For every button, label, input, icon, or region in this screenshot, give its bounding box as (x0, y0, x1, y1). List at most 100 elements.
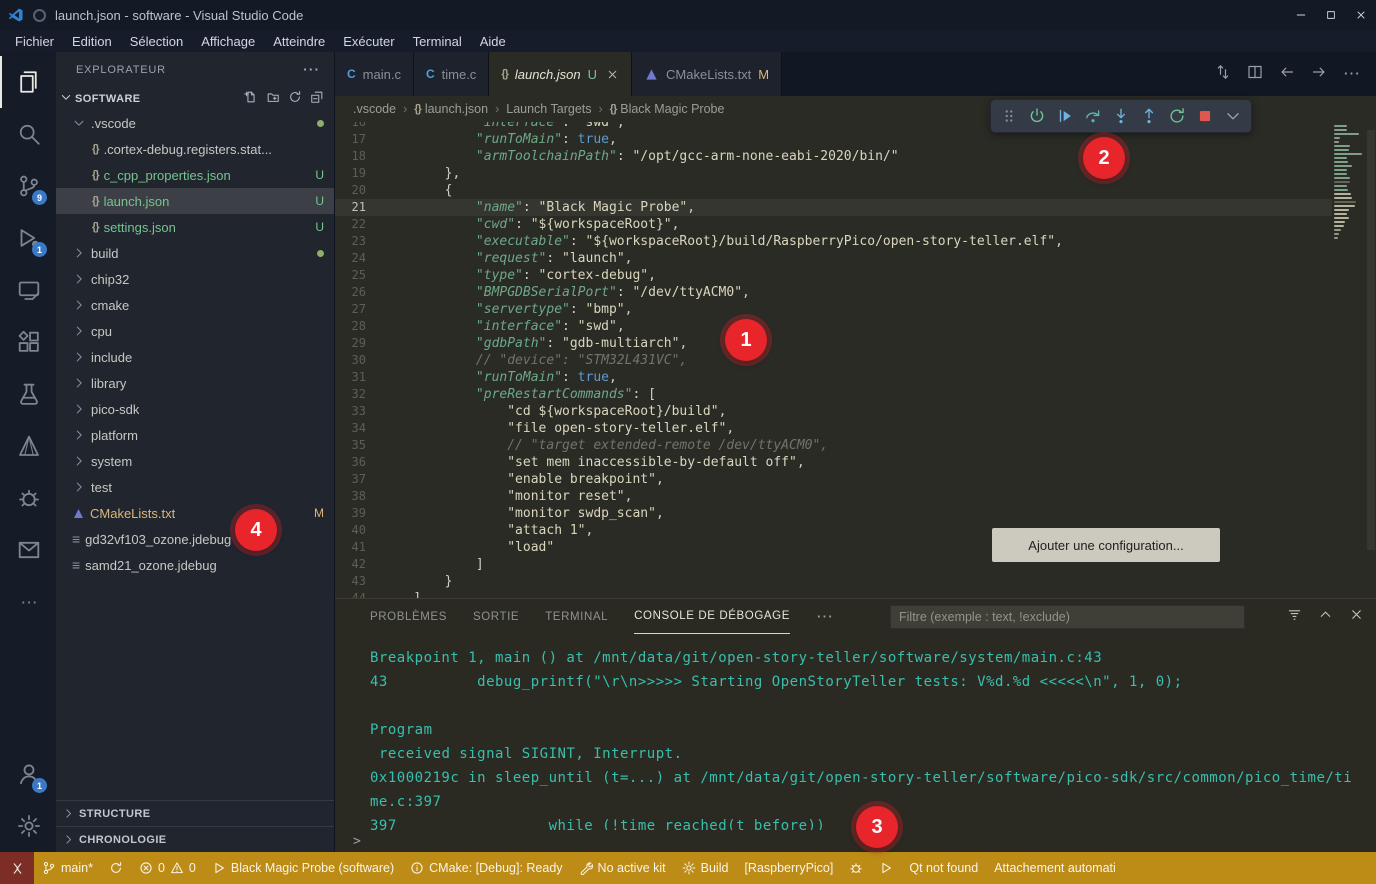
more-icon[interactable]: ⋯ (302, 61, 320, 78)
tree-item-system[interactable]: system (56, 448, 334, 474)
menu-affichage[interactable]: Affichage (192, 34, 264, 49)
tree-item-vscode[interactable]: .vscode (56, 110, 334, 136)
tree-item-launch-json[interactable]: {}launch.jsonU (56, 188, 334, 214)
menu-edition[interactable]: Edition (63, 34, 121, 49)
status-qt-status[interactable]: Qt not found (901, 852, 986, 884)
add-configuration-button[interactable]: Ajouter une configuration... (992, 528, 1220, 562)
refresh-button[interactable] (288, 90, 302, 107)
tree-item-settings-json[interactable]: {}settings.jsonU (56, 214, 334, 240)
more-actions-button[interactable]: ⋯ (1343, 65, 1360, 84)
section-chronologie[interactable]: CHRONOLOGIE (56, 826, 334, 852)
status-sync[interactable] (101, 852, 131, 884)
status-cmake-build[interactable]: Build (674, 852, 737, 884)
status-build-target[interactable]: [RaspberryPico] (736, 852, 841, 884)
tab-launch-json[interactable]: {}launch.jsonU (489, 52, 632, 96)
menu-atteindre[interactable]: Atteindre (264, 34, 334, 49)
tab-main-c[interactable]: Cmain.c (335, 52, 414, 96)
panel-tab-sortie[interactable]: SORTIE (473, 599, 519, 634)
activity-accounts[interactable]: 1 (0, 748, 56, 800)
tree-item-chip32[interactable]: chip32 (56, 266, 334, 292)
minimap[interactable] (1334, 125, 1364, 239)
maximize-panel-button[interactable] (1318, 607, 1333, 627)
console-filter-input[interactable] (890, 605, 1245, 629)
tree-item-gd32vf103-ozone-jdebug[interactable]: ≡gd32vf103_ozone.jdebug (56, 526, 334, 552)
split-editor-button[interactable] (1247, 64, 1263, 85)
activity-search[interactable] (0, 108, 56, 160)
tree-item-test[interactable]: test (56, 474, 334, 500)
status-auto-attach[interactable]: Attachement automati (986, 852, 1124, 884)
menu-aide[interactable]: Aide (471, 34, 515, 49)
close-panel-button[interactable] (1349, 607, 1364, 627)
explorer-section-header[interactable]: SOFTWARE (56, 87, 334, 110)
tree-item-cmakelists-txt[interactable]: CMakeLists.txtM (56, 500, 334, 526)
navigate-forward-button[interactable] (1311, 64, 1327, 85)
editor-scrollbar[interactable] (1366, 122, 1376, 598)
open-changes-button[interactable] (1215, 64, 1231, 85)
new-folder-button[interactable] (266, 90, 280, 107)
tree-item-build[interactable]: build (56, 240, 334, 266)
tree-item-samd21-ozone-jdebug[interactable]: ≡samd21_ozone.jdebug (56, 552, 334, 578)
filter-lines-button[interactable] (1287, 607, 1302, 627)
status-cmake-launch[interactable] (871, 852, 901, 884)
more-icon[interactable]: ⋯ (816, 608, 833, 625)
tree-item-pico-sdk[interactable]: pico-sdk (56, 396, 334, 422)
remote-indicator[interactable] (0, 852, 34, 884)
continue-button[interactable] (1024, 102, 1050, 130)
step-into-button[interactable] (1108, 102, 1134, 130)
tree-item-cpu[interactable]: cpu (56, 318, 334, 344)
tree-item-cortex-debug-registers-stat[interactable]: {}.cortex-debug.registers.stat... (56, 136, 334, 162)
status-cmake-debug[interactable] (841, 852, 871, 884)
menu-terminal[interactable]: Terminal (404, 34, 471, 49)
status-active-kit[interactable]: No active kit (571, 852, 674, 884)
tree-item-c-cpp-properties-json[interactable]: {}c_cpp_properties.jsonU (56, 162, 334, 188)
navigate-back-button[interactable] (1279, 64, 1295, 85)
breadcrumb-item-launch-targets[interactable]: Launch Targets (506, 102, 591, 116)
status-cmake-status[interactable]: CMake: [Debug]: Ready (402, 852, 570, 884)
activity-remote-explorer[interactable] (0, 264, 56, 316)
run-to-cursor-button[interactable] (1052, 102, 1078, 130)
activity-settings[interactable] (0, 800, 56, 852)
new-file-button[interactable] (244, 90, 258, 107)
section-structure[interactable]: STRUCTURE (56, 800, 334, 826)
panel-tab-terminal[interactable]: TERMINAL (545, 599, 608, 634)
activity-testing[interactable] (0, 368, 56, 420)
tree-item-cmake[interactable]: cmake (56, 292, 334, 318)
status-debug-config[interactable]: Black Magic Probe (software) (204, 852, 402, 884)
step-out-button[interactable] (1136, 102, 1162, 130)
breadcrumb-item-launch-json[interactable]: {}launch.json (414, 102, 488, 116)
activity-cortex-debug[interactable] (0, 472, 56, 524)
panel-tab-console-de-d-bogage[interactable]: CONSOLE DE DÉBOGAGE (634, 599, 790, 634)
maximize-button[interactable] (1316, 0, 1346, 30)
tree-item-include[interactable]: include (56, 344, 334, 370)
step-over-button[interactable] (1080, 102, 1106, 130)
tab-cmakelists-txt[interactable]: CMakeLists.txtM (632, 52, 782, 96)
menu-ex-cuter[interactable]: Exécuter (334, 34, 403, 49)
tree-item-library[interactable]: library (56, 370, 334, 396)
tree-item-platform[interactable]: platform (56, 422, 334, 448)
activity-more-views[interactable]: ⋯ (0, 576, 56, 628)
breadcrumb-item-vscode[interactable]: .vscode (353, 102, 396, 116)
close-button[interactable] (1346, 0, 1376, 30)
collapse-all-button[interactable] (310, 90, 324, 107)
activity-run-and-debug[interactable]: 1 (0, 212, 56, 264)
session-picker-button[interactable] (1220, 102, 1246, 130)
activity-cmake-tools[interactable] (0, 420, 56, 472)
debug-console-input[interactable]: > (335, 830, 1376, 852)
activity-explorer[interactable] (0, 56, 56, 108)
restart-button[interactable] (1164, 102, 1190, 130)
breadcrumb-item-black-magic-probe[interactable]: {}Black Magic Probe (610, 102, 725, 116)
activity-extensions[interactable] (0, 316, 56, 368)
tab-time-c[interactable]: Ctime.c (414, 52, 489, 96)
panel-tab-probl-mes[interactable]: PROBLÈMES (370, 599, 447, 634)
drag-handle-button[interactable] (996, 102, 1022, 130)
menu-s-lection[interactable]: Sélection (121, 34, 192, 49)
menu-fichier[interactable]: Fichier (6, 34, 63, 49)
minimize-button[interactable] (1286, 0, 1316, 30)
activity-packages[interactable] (0, 524, 56, 576)
status-problems[interactable]: 00 (131, 852, 204, 884)
code-editor[interactable]: 16 "interface": "swd",17 "runToMain": tr… (335, 122, 1376, 598)
close-icon[interactable] (606, 68, 619, 81)
status-git-branch[interactable]: main* (34, 852, 101, 884)
stop-button[interactable] (1192, 102, 1218, 130)
activity-source-control[interactable]: 9 (0, 160, 56, 212)
